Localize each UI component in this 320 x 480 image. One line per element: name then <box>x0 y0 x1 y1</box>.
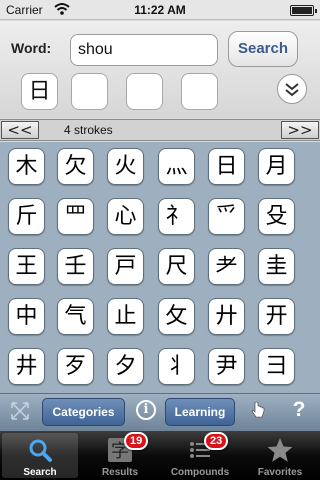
radical-cell[interactable]: 攵 <box>158 298 195 335</box>
radical-cell[interactable]: 火 <box>107 148 144 185</box>
radical-slot-4[interactable] <box>181 73 218 110</box>
tab-search[interactable]: Search <box>2 433 78 478</box>
toolbar: Categories i Learning ? <box>0 393 320 431</box>
expand-button[interactable] <box>277 74 307 104</box>
radical-cell[interactable]: 井 <box>8 348 45 385</box>
radical-cell[interactable]: ⺦ <box>158 348 195 385</box>
tab-label: Favorites <box>257 467 303 478</box>
results-badge: 19 <box>124 432 149 450</box>
stroke-count-label: 4 strokes <box>64 123 113 137</box>
radical-grid: 木欠火灬日月斤罒心礻爫殳王壬戸尺耂圭中气止攵廾开井歹夕⺦尹彐 <box>0 142 320 393</box>
double-chevron-down-icon <box>285 83 299 97</box>
radical-cell[interactable]: 彐 <box>258 348 295 385</box>
radical-cell[interactable]: 木 <box>8 148 45 185</box>
radical-cell[interactable]: 开 <box>258 298 295 335</box>
radical-cell[interactable]: 心 <box>107 198 144 235</box>
radical-cell[interactable]: 礻 <box>158 198 195 235</box>
battery-icon <box>290 5 317 16</box>
tab-label: Search <box>23 467 57 478</box>
tab-favorites[interactable]: Favorites <box>242 433 318 478</box>
radical-cell[interactable]: 罒 <box>57 198 94 235</box>
info-icon[interactable]: i <box>136 400 156 420</box>
radical-cell[interactable]: 耂 <box>208 248 245 285</box>
radical-slot-2[interactable] <box>71 73 108 110</box>
radical-cell[interactable]: 欠 <box>57 148 94 185</box>
radical-cell[interactable]: 殳 <box>258 198 295 235</box>
radical-cell[interactable]: 斤 <box>8 198 45 235</box>
hand-pointer-icon[interactable] <box>250 401 266 421</box>
radical-cell[interactable]: 月 <box>258 148 295 185</box>
search-button[interactable]: Search <box>228 31 298 67</box>
status-bar: Carrier 11:22 AM <box>0 0 320 20</box>
tab-label: Compounds <box>170 467 230 478</box>
word-label: Word: <box>11 40 52 56</box>
stroke-count-bar: << 4 strokes >> <box>0 119 320 141</box>
radical-slot-3[interactable] <box>126 73 163 110</box>
battery-level <box>292 7 312 14</box>
tab-compounds[interactable]: 23 Compounds <box>162 432 238 478</box>
radical-cell[interactable]: 止 <box>107 298 144 335</box>
radical-cell[interactable]: 戸 <box>107 248 144 285</box>
radical-cell[interactable]: 壬 <box>57 248 94 285</box>
radical-cell[interactable]: 灬 <box>158 148 195 185</box>
radical-cell[interactable]: 气 <box>57 298 94 335</box>
radical-cell[interactable]: 夕 <box>107 348 144 385</box>
radical-cell[interactable]: 王 <box>8 248 45 285</box>
star-icon <box>267 438 293 462</box>
learning-button[interactable]: Learning <box>165 398 235 426</box>
radical-cell[interactable]: 廾 <box>208 298 245 335</box>
tab-label: Results <box>101 467 139 478</box>
search-panel: Word: Search 日 <box>0 21 320 118</box>
status-time: 11:22 AM <box>134 3 186 17</box>
magnifier-icon <box>29 439 52 462</box>
next-strokes-button[interactable]: >> <box>281 121 319 139</box>
categories-button[interactable]: Categories <box>42 398 125 426</box>
compounds-badge: 23 <box>204 432 229 450</box>
radical-cell[interactable]: 中 <box>8 298 45 335</box>
radical-cell[interactable]: 圭 <box>258 248 295 285</box>
tab-results[interactable]: 字 19 Results <box>82 432 158 478</box>
fullscreen-icon[interactable] <box>10 401 30 421</box>
help-icon[interactable]: ? <box>290 398 308 424</box>
radical-cell[interactable]: 日 <box>208 148 245 185</box>
radical-cell[interactable]: 爫 <box>208 198 245 235</box>
radical-cell[interactable]: 歹 <box>57 348 94 385</box>
previous-strokes-button[interactable]: << <box>1 121 39 139</box>
tab-bar: Search 字 19 Results 23 Compounds Favorit… <box>0 431 320 480</box>
radical-cell[interactable]: 尹 <box>208 348 245 385</box>
radical-cell[interactable]: 尺 <box>158 248 195 285</box>
radical-slot-1[interactable]: 日 <box>21 73 58 110</box>
word-search-input[interactable] <box>70 34 218 66</box>
